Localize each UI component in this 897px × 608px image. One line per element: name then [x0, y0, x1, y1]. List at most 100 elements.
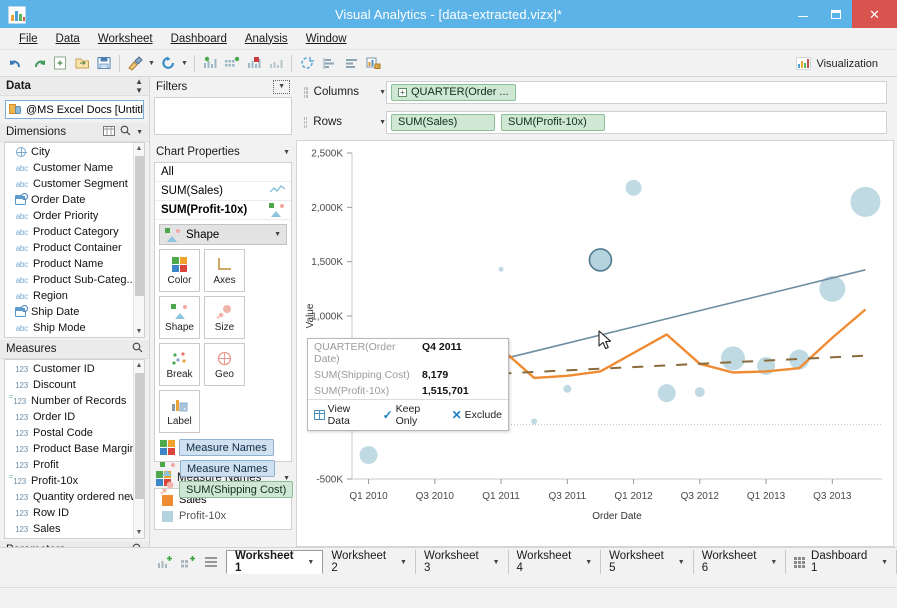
presentation-icon[interactable]: [362, 52, 384, 74]
scroll-up-icon[interactable]: ▲: [134, 143, 144, 154]
scroll-down-icon[interactable]: ▼: [134, 326, 144, 337]
menu-worksheet[interactable]: Worksheet: [89, 31, 162, 47]
worksheet-tab[interactable]: Worksheet 2▼: [323, 550, 416, 574]
measures-scroll-down-icon[interactable]: ▼: [134, 527, 144, 538]
visualization-button[interactable]: Visualization: [789, 53, 885, 74]
dimensions-scrollbar[interactable]: ▲ ▼: [133, 143, 144, 337]
dimension-item[interactable]: abcProduct Sub-Categ...: [5, 272, 144, 288]
worksheet-tab-dropdown-icon[interactable]: ▼: [493, 559, 500, 566]
view-data-action[interactable]: View Data: [314, 403, 374, 427]
rows-well[interactable]: SUM(Sales) SUM(Profit-10x): [386, 111, 887, 134]
fit-icon[interactable]: [296, 52, 318, 74]
worksheet-tab[interactable]: Worksheet 1▼: [226, 550, 323, 574]
dimension-item[interactable]: abcProduct Container: [5, 240, 144, 256]
geo-button[interactable]: Geo: [204, 343, 245, 386]
swap-axes-icon[interactable]: [199, 52, 221, 74]
measure-item[interactable]: =123Profit-10x: [5, 473, 144, 489]
new-story-icon-tab[interactable]: [201, 553, 220, 570]
pill-quarter-order-date[interactable]: + QUARTER(Order ...: [391, 84, 516, 101]
close-button[interactable]: ✕: [852, 0, 897, 28]
dimension-item[interactable]: abcCustomer Name: [5, 160, 144, 176]
dimension-item[interactable]: abcProduct Name: [5, 256, 144, 272]
label-button[interactable]: Label: [159, 390, 200, 433]
show-me-bar-icon[interactable]: [318, 52, 340, 74]
measure-item[interactable]: 123Order ID: [5, 409, 144, 425]
datasource-item[interactable]: @MS Excel Docs [Untitl...: [5, 100, 144, 119]
marks-row-profit[interactable]: SUM(Profit-10x): [155, 201, 291, 220]
worksheet-tab-dropdown-icon[interactable]: ▼: [881, 559, 888, 566]
dimension-item[interactable]: abcCustomer Segment: [5, 176, 144, 192]
dimensions-list[interactable]: CityabcCustomer NameabcCustomer SegmentO…: [4, 142, 145, 338]
redo-icon[interactable]: [27, 52, 49, 74]
worksheet-tab[interactable]: Worksheet 4▼: [509, 550, 602, 574]
measures-search-icon[interactable]: [132, 342, 143, 356]
measure-item[interactable]: 123Discount: [5, 377, 144, 393]
break-button[interactable]: Break: [159, 343, 200, 386]
dimension-item[interactable]: abcOrder Priority: [5, 208, 144, 224]
worksheet-tab-dropdown-icon[interactable]: ▼: [400, 559, 407, 566]
dimension-item[interactable]: abcProduct Category: [5, 224, 144, 240]
worksheet-tab[interactable]: Worksheet 5▼: [601, 550, 694, 574]
size-button[interactable]: Size: [204, 296, 245, 339]
measure-item[interactable]: 123Profit: [5, 457, 144, 473]
measure-item[interactable]: 123Quantity ordered new: [5, 489, 144, 505]
filters-dropdown-icon[interactable]: ▼: [273, 80, 290, 94]
measures-scroll-thumb[interactable]: [135, 373, 144, 499]
show-me-rows-icon[interactable]: [340, 52, 362, 74]
refresh-dropdown[interactable]: ▼: [179, 52, 190, 74]
measure-item[interactable]: 123Row ID: [5, 505, 144, 521]
menu-analysis[interactable]: Analysis: [236, 31, 297, 47]
open-icon[interactable]: [71, 52, 93, 74]
chart-properties-dropdown-icon[interactable]: ▼: [283, 149, 290, 156]
menu-dashboard[interactable]: Dashboard: [162, 31, 236, 47]
color-button[interactable]: Color: [159, 249, 200, 292]
dimensions-dropdown-icon[interactable]: ▼: [136, 129, 143, 136]
pill-shipping-cost-size[interactable]: SUM(Shipping Cost): [179, 481, 293, 498]
sort-group-icon[interactable]: [221, 52, 243, 74]
keep-only-action[interactable]: ✓ Keep Only: [383, 403, 443, 427]
shape-button[interactable]: Shape: [159, 296, 200, 339]
dimension-item[interactable]: abcShip Mode: [5, 320, 144, 336]
exclude-action[interactable]: ✕ Exclude: [452, 408, 502, 422]
measures-scroll-up-icon[interactable]: ▲: [134, 360, 144, 371]
measure-item[interactable]: 123Product Base Margin: [5, 441, 144, 457]
worksheet-tab-dropdown-icon[interactable]: ▼: [678, 559, 685, 566]
worksheet-tab[interactable]: Dashboard 1▼: [786, 550, 897, 574]
dimension-item[interactable]: Ship Date: [5, 304, 144, 320]
pill-measure-names-color[interactable]: Measure Names: [179, 439, 274, 456]
dimension-item[interactable]: Order Date: [5, 192, 144, 208]
legend-item-profit[interactable]: Profit-10x: [155, 508, 291, 524]
measure-item[interactable]: =123Number of Records: [5, 393, 144, 409]
columns-dropdown-icon[interactable]: ▼: [379, 89, 386, 96]
columns-well[interactable]: + QUARTER(Order ...: [386, 81, 887, 104]
dimensions-scroll-thumb[interactable]: [135, 156, 144, 296]
measure-item[interactable]: 123Postal Code: [5, 425, 144, 441]
worksheet-tab-dropdown-icon[interactable]: ▼: [770, 559, 777, 566]
dimension-item[interactable]: abcRegion: [5, 288, 144, 304]
marks-row-sales[interactable]: SUM(Sales): [155, 182, 291, 201]
worksheet-tab-dropdown-icon[interactable]: ▼: [585, 559, 592, 566]
menu-window[interactable]: Window: [297, 31, 356, 47]
refresh-data-icon[interactable]: [157, 52, 179, 74]
new-worksheet-icon-tab[interactable]: [155, 553, 174, 570]
dimension-item[interactable]: City: [5, 144, 144, 160]
histogram-icon[interactable]: [265, 52, 287, 74]
save-icon[interactable]: [93, 52, 115, 74]
worksheet-tab-dropdown-icon[interactable]: ▼: [307, 559, 314, 566]
menu-data[interactable]: Data: [47, 31, 89, 47]
marks-row-all[interactable]: All: [155, 163, 291, 182]
highlight-icon[interactable]: [243, 52, 265, 74]
new-dashboard-icon-tab[interactable]: [178, 553, 197, 570]
mark-tooltip[interactable]: QUARTER(Order Date) Q4 2011 SUM(Shipping…: [307, 338, 509, 431]
worksheet-tab[interactable]: Worksheet 3▼: [416, 550, 509, 574]
measure-item[interactable]: 123Customer ID: [5, 361, 144, 377]
menu-file[interactable]: File: [10, 31, 47, 47]
pill-measure-names-shape[interactable]: Measure Names: [180, 460, 275, 477]
search-icon[interactable]: [120, 125, 131, 139]
measures-scrollbar[interactable]: ▲ ▼: [133, 360, 144, 538]
expand-plus-icon[interactable]: +: [398, 88, 407, 97]
data-pane-updown-icon[interactable]: ▲▼: [135, 77, 143, 95]
worksheet-tab[interactable]: Worksheet 6▼: [694, 550, 787, 574]
rows-dropdown-icon[interactable]: ▼: [379, 119, 386, 126]
minimize-button[interactable]: [786, 0, 819, 28]
